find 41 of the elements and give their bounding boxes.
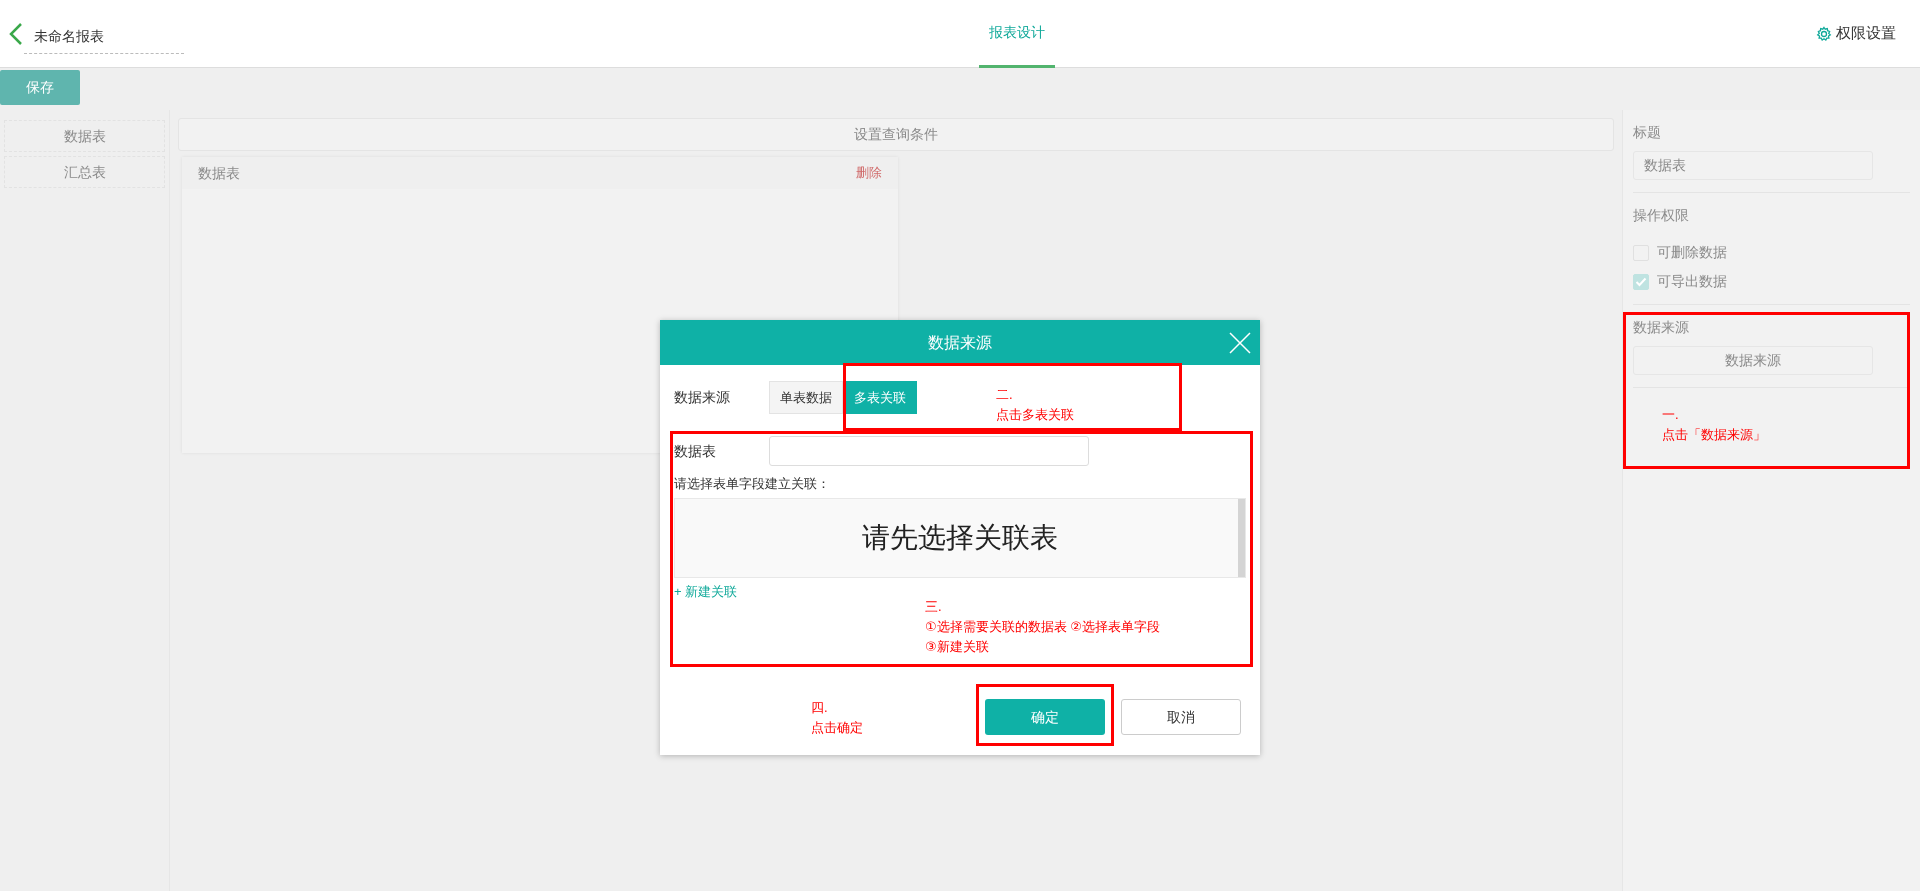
annotation-text: ①选择需要关联的数据表 ②选择表单字段: [925, 618, 1160, 636]
permission-settings-link[interactable]: 权限设置: [1810, 21, 1920, 46]
checkbox[interactable]: [1633, 273, 1649, 290]
annotation-text: 三.: [925, 598, 943, 616]
tab[interactable]: 报表设计: [979, 0, 1055, 68]
data-source-label: 数据来源: [674, 388, 731, 407]
segment-tab[interactable]: 多表关联: [843, 381, 917, 414]
sidebar-item[interactable]: 数据表: [4, 120, 165, 152]
data-source-label: 数据来源: [1633, 318, 1690, 337]
confirm-button[interactable]: 确定: [985, 699, 1105, 735]
annotation-text: 点击「数据来源」: [1662, 426, 1766, 444]
relation-label: 请选择表单字段建立关联：: [674, 475, 831, 493]
sidebar-item[interactable]: 汇总表: [4, 156, 165, 188]
scrollbar[interactable]: [1238, 498, 1245, 577]
add-relation-link[interactable]: + 新建关联: [674, 581, 738, 601]
table-input-field[interactable]: [769, 436, 1089, 466]
annotation-text: 点击多表关联: [996, 406, 1074, 424]
empty-message: 请先选择关联表: [862, 520, 1058, 555]
dialog-title: 数据来源: [928, 332, 992, 353]
segment-tab[interactable]: 单表数据: [769, 381, 843, 414]
data-source-button[interactable]: 数据来源: [1633, 346, 1873, 375]
checkbox-label: 可删除数据: [1657, 243, 1727, 262]
annotation-text: 点击确定: [811, 719, 863, 737]
title-label: 标题: [1633, 123, 1662, 142]
permissions-label: 操作权限: [1633, 206, 1690, 225]
save-button[interactable]: 保存: [0, 70, 80, 105]
delete-link[interactable]: 删除: [856, 163, 882, 183]
annotation-text: ③新建关联: [925, 638, 990, 656]
title-field[interactable]: 数据表: [1633, 151, 1873, 180]
table-label: 数据表: [674, 441, 717, 461]
cancel-button[interactable]: 取消: [1121, 699, 1241, 735]
query-conditions-bar[interactable]: 设置查询条件: [178, 118, 1614, 151]
report-title-field[interactable]: 未命名报表: [24, 25, 184, 54]
close-icon[interactable]: [1228, 330, 1252, 354]
checkbox-label: 可导出数据: [1657, 272, 1727, 291]
back-icon[interactable]: [8, 21, 24, 46]
card-title: 数据表: [198, 163, 240, 183]
annotation-text: 二.: [996, 386, 1014, 404]
annotation-text: 一.: [1662, 406, 1680, 424]
gear-icon: [1816, 25, 1832, 42]
annotation-text: 四.: [811, 699, 829, 717]
